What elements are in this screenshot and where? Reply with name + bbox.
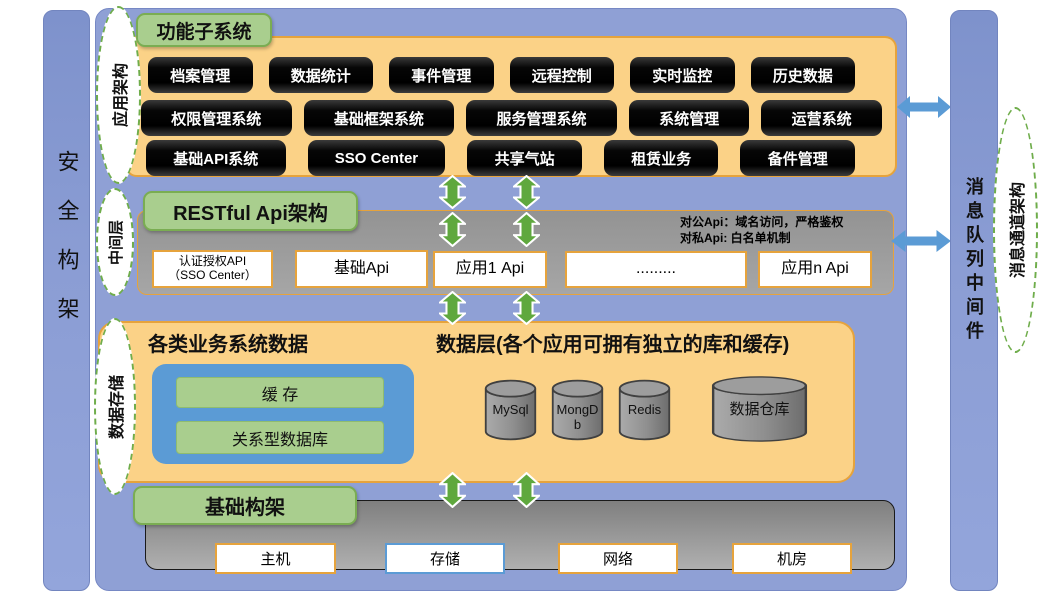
appn-api-label: 应用n Api — [781, 260, 849, 278]
data-warehouse-label: 数据仓库 — [718, 402, 800, 417]
redis-label: Redis — [623, 402, 667, 417]
storage-box: 存储 — [385, 543, 505, 574]
green-double-arrow-icon — [439, 472, 466, 508]
blue-double-arrow-icon — [896, 93, 952, 121]
subsystem-box: 租赁业务 — [604, 140, 719, 176]
green-double-arrow-icon — [513, 291, 540, 325]
subsystem-box: 基础API系统 — [146, 140, 286, 176]
api-policy-note: 对公Api：域名访问，严格鉴权 对私Api: 白名单机制 — [680, 214, 843, 246]
mysql-label: MySql — [489, 402, 533, 417]
mongodb-cylinder: MongDb — [550, 378, 605, 442]
subsystem-box: 数据统计 — [269, 57, 374, 93]
subsystem-box: 运营系统 — [761, 100, 882, 136]
message-queue-bar: 消息队列中间件 — [950, 10, 998, 591]
auth-api-line1: 认证授权API — [179, 255, 246, 269]
data-warehouse-cylinder: 数据仓库 — [708, 374, 811, 444]
green-double-arrow-icon — [513, 175, 540, 209]
data-storage-label: 数据存储 — [103, 374, 127, 438]
subsystem-box: 基础框架系统 — [304, 100, 455, 136]
more-apis-label: ......... — [636, 260, 676, 278]
app1-api-label: 应用1 Api — [456, 260, 524, 278]
architecture-diagram: 安全构架 档案管理数据统计事件管理远程控制实时监控历史数据 权限管理系统基础框架… — [0, 0, 1049, 598]
middleware-oval: 中间层 — [96, 188, 134, 296]
subsystem-box: 历史数据 — [751, 57, 856, 93]
redis-cylinder: Redis — [617, 378, 672, 442]
subsystem-box: 实时监控 — [630, 57, 735, 93]
cache-box: 缓 存 — [176, 377, 384, 408]
security-architecture-bar: 安全构架 — [43, 10, 90, 591]
message-channel-label: 消息通道架构 — [1004, 182, 1028, 278]
data-storage-oval: 数据存储 — [94, 318, 136, 495]
subsystem-box: 权限管理系统 — [141, 100, 292, 136]
host-box: 主机 — [215, 543, 336, 574]
app-section-title: 功能子系统 — [136, 13, 272, 47]
more-apis-box: ......... — [565, 251, 747, 288]
subsystem-box: 共享气站 — [467, 140, 582, 176]
application-architecture-oval: 应用架构 — [96, 6, 141, 184]
subsystem-box: 备件管理 — [740, 140, 855, 176]
api-policy-note-line2: 对私Api: 白名单机制 — [680, 230, 843, 246]
green-double-arrow-icon — [439, 175, 466, 209]
business-data-title: 各类业务系统数据 — [148, 328, 308, 357]
green-double-arrow-icon — [439, 212, 466, 247]
mysql-cylinder: MySql — [483, 378, 538, 442]
subsystem-row-3: 基础API系统 SSO Center 共享气站租赁业务备件管理 — [146, 140, 855, 176]
basic-api-box: 基础Api — [295, 250, 428, 288]
relational-db-box: 关系型数据库 — [176, 421, 384, 454]
app-section-title-text: 功能子系统 — [156, 17, 251, 44]
application-architecture-label: 应用架构 — [107, 63, 131, 127]
subsystem-row-1: 档案管理数据统计事件管理远程控制实时监控历史数据 — [148, 57, 855, 93]
subsystem-box: 远程控制 — [510, 57, 615, 93]
middleware-label: 中间层 — [105, 219, 126, 264]
mongodb-label: MongDb — [556, 402, 600, 432]
message-channel-oval: 消息通道架构 — [993, 107, 1038, 353]
auth-api-line2: （SSO Center） — [168, 269, 257, 283]
relational-db-label: 关系型数据库 — [232, 426, 328, 450]
restful-api-section-title: RESTful Api架构 — [143, 191, 358, 231]
api-policy-note-line1: 对公Api：域名访问，严格鉴权 — [680, 214, 843, 230]
blue-double-arrow-icon — [890, 227, 952, 255]
restful-api-title-text: RESTful Api架构 — [173, 197, 328, 226]
subsystem-box: 事件管理 — [389, 57, 494, 93]
green-double-arrow-icon — [439, 291, 466, 325]
subsystem-box: 服务管理系统 — [466, 100, 617, 136]
machine-room-box: 机房 — [732, 543, 852, 574]
network-box: 网络 — [558, 543, 678, 574]
app1-api-box: 应用1 Api — [433, 251, 547, 288]
subsystem-box: SSO Center — [308, 140, 446, 176]
subsystem-box: 档案管理 — [148, 57, 253, 93]
cache-label: 缓 存 — [262, 381, 298, 405]
subsystem-box: 系统管理 — [629, 100, 750, 136]
message-queue-label: 消息队列中间件 — [961, 177, 987, 425]
infrastructure-title-text: 基础构架 — [205, 491, 285, 520]
appn-api-box: 应用n Api — [758, 251, 872, 288]
green-double-arrow-icon — [513, 472, 540, 508]
green-double-arrow-icon — [513, 212, 540, 247]
auth-api-box: 认证授权API （SSO Center） — [152, 250, 273, 288]
infrastructure-title: 基础构架 — [133, 486, 357, 525]
subsystem-row-2: 权限管理系统基础框架系统服务管理系统系统管理运营系统 — [141, 100, 882, 136]
security-architecture-label: 安全构架 — [51, 150, 83, 452]
data-layer-title: 数据层(各个应用可拥有独立的库和缓存) — [436, 328, 789, 357]
basic-api-label: 基础Api — [334, 260, 389, 278]
